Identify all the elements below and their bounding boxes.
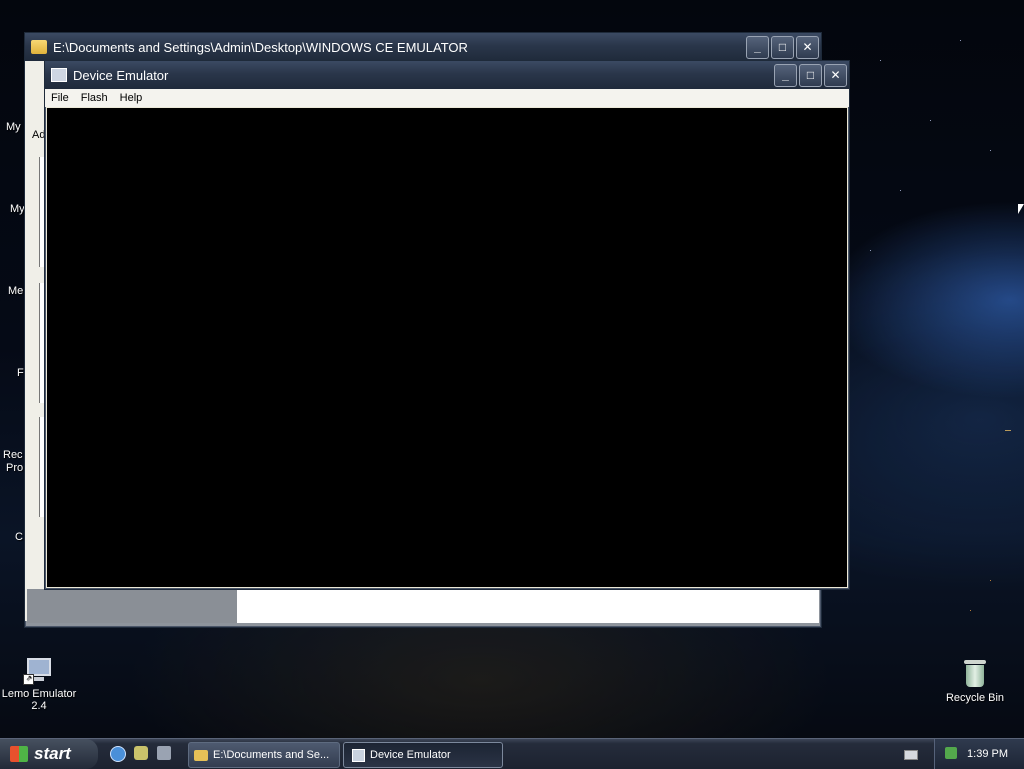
minimize-icon: _ (754, 40, 761, 54)
maximize-icon: □ (806, 68, 815, 82)
start-button[interactable]: start (0, 739, 98, 769)
menu-flash[interactable]: Flash (75, 92, 114, 104)
task-emulator-label: Device Emulator (370, 749, 451, 761)
desktop-label-5[interactable]: Rec (3, 449, 23, 461)
explorer-gray-bar (27, 589, 237, 623)
maximize-button[interactable]: □ (771, 35, 794, 59)
mouse-cursor (1018, 204, 1024, 214)
minimize-button[interactable]: _ (746, 35, 769, 59)
explorer-title: E:\Documents and Settings\Admin\Desktop\… (53, 39, 468, 55)
explorer-white-area (237, 589, 819, 623)
desktop-label-1[interactable]: My (6, 121, 21, 133)
lemo-emulator-shortcut[interactable]: ↗ Lemo Emulator 2.4 (0, 658, 78, 712)
close-button[interactable]: ✕ (796, 35, 819, 59)
network-icon[interactable] (945, 747, 957, 759)
lemo-label-line1: Lemo Emulator (1, 688, 77, 700)
emulator-maximize-button[interactable]: □ (799, 63, 822, 87)
quicklaunch-media-icon[interactable] (157, 746, 171, 760)
start-label: start (34, 744, 71, 763)
explorer-titlebar[interactable]: E:\Documents and Settings\Admin\Desktop\… (25, 33, 821, 61)
emulator-menubar: File Flash Help (45, 89, 849, 107)
quicklaunch-ie-icon[interactable] (110, 746, 126, 762)
recycle-bin-icon (964, 658, 986, 688)
close-icon: ✕ (830, 68, 841, 82)
folder-icon (194, 749, 208, 761)
task-explorer-label: E:\Documents and Se... (213, 749, 330, 761)
emulator-title: Device Emulator (73, 67, 169, 83)
task-device-emulator[interactable]: Device Emulator (343, 742, 503, 768)
menu-help[interactable]: Help (114, 92, 149, 104)
maximize-icon: □ (778, 40, 787, 54)
recycle-bin-label: Recycle Bin (945, 692, 1005, 704)
system-tray: 1:39 PM (934, 739, 1024, 769)
lemo-label-line2: 2.4 (31, 700, 47, 712)
emulator-titlebar[interactable]: Device Emulator _ □ ✕ (45, 61, 849, 89)
emulator-screen[interactable] (47, 108, 847, 587)
desktop-label-4[interactable]: F (17, 367, 24, 379)
desktop-label-2[interactable]: My (10, 203, 25, 215)
folder-icon (31, 40, 47, 54)
keyboard-icon[interactable] (904, 750, 918, 760)
clock[interactable]: 1:39 PM (967, 748, 1008, 760)
emulator-app-icon (51, 68, 67, 82)
desktop-label-6[interactable]: Pro (6, 462, 23, 474)
close-icon: ✕ (802, 40, 813, 54)
taskbar: start E:\Documents and Se... Device Emul… (0, 738, 1024, 769)
emulator-app-icon (352, 748, 365, 762)
minimize-icon: _ (782, 68, 789, 82)
emulator-minimize-button[interactable]: _ (774, 63, 797, 87)
desktop-label-3[interactable]: Me (8, 285, 23, 297)
emulator-close-button[interactable]: ✕ (824, 63, 847, 87)
monitor-icon: ↗ (23, 658, 53, 685)
menu-file[interactable]: File (45, 92, 75, 104)
windows-logo-icon (10, 746, 28, 762)
recycle-bin-shortcut[interactable]: Recycle Bin (940, 658, 1010, 704)
task-explorer[interactable]: E:\Documents and Se... (188, 742, 340, 768)
quicklaunch-app-icon[interactable] (134, 746, 148, 760)
desktop-label-7[interactable]: C (15, 531, 23, 543)
device-emulator-window[interactable]: Device Emulator _ □ ✕ File Flash Help (44, 60, 850, 590)
